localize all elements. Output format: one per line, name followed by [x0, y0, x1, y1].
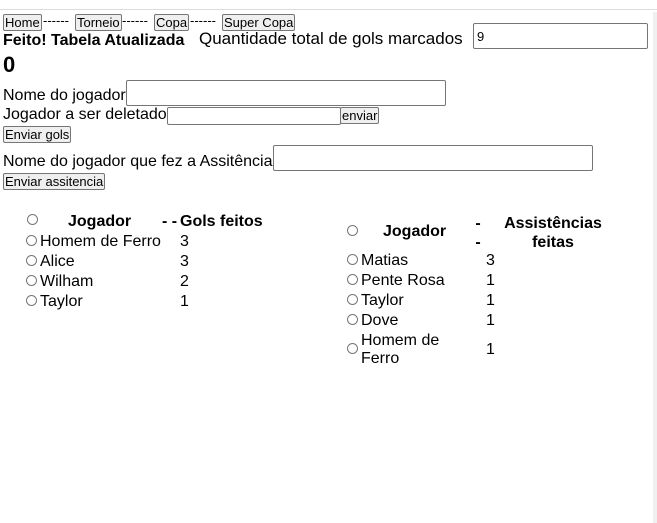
assists-row-player: Pente Rosa: [361, 272, 445, 289]
nav-separator: ------: [190, 13, 216, 28]
nav-separator: ------: [122, 13, 148, 28]
assists-row-value: 1: [486, 312, 495, 329]
assists-row-value: 1: [486, 272, 495, 289]
goals-row-player: Taylor: [40, 293, 83, 310]
goals-header-radio[interactable]: [27, 214, 38, 225]
assists-row-player: Dove: [361, 312, 399, 329]
send-assist-button[interactable]: Enviar assitencia: [3, 173, 106, 190]
score-value: 0: [3, 52, 16, 77]
assists-row-player: Matias: [361, 252, 409, 269]
assists-header-player: Jogador: [383, 223, 447, 240]
vertical-scrollbar[interactable]: [653, 12, 657, 523]
goals-row-radio[interactable]: [26, 235, 37, 246]
send-goals-button[interactable]: Enviar gols: [3, 126, 72, 143]
assists-row-value: 1: [486, 292, 495, 309]
assists-header-assists: Assistências feitas: [504, 215, 602, 251]
assists-row-radio[interactable]: [347, 274, 358, 285]
nav-separator: ------: [43, 13, 69, 28]
assists-row-value: 3: [486, 252, 495, 269]
goals-row-radio[interactable]: [26, 275, 37, 286]
assist-player-label: Nome do jogador que fez a Assitência: [3, 153, 273, 170]
delete-enviar-button[interactable]: enviar: [340, 107, 380, 124]
goals-row-player: Alice: [40, 253, 75, 270]
nav-torneio-button[interactable]: Torneio: [75, 14, 122, 31]
goals-row-player: Homem de Ferro: [40, 233, 161, 250]
delete-player-label: Jogador a ser deletado: [3, 106, 167, 123]
nav-home-button[interactable]: Home: [3, 14, 42, 31]
goals-header-separator: - -: [162, 213, 178, 230]
top-divider: [0, 9, 657, 10]
assists-row-radio[interactable]: [347, 314, 358, 325]
assists-header-separator: - -: [475, 215, 481, 251]
goals-row-value: 2: [180, 273, 189, 290]
goals-row-player: Wilham: [40, 273, 94, 290]
assists-row-radio[interactable]: [347, 294, 358, 305]
goals-row-value: 1: [180, 293, 189, 310]
assist-player-input[interactable]: [273, 145, 593, 171]
goals-row-value: 3: [180, 233, 189, 250]
delete-player-input[interactable]: [167, 107, 341, 125]
status-message: Feito! Tabela Atualizada: [3, 32, 185, 49]
assists-row-radio[interactable]: [347, 254, 358, 265]
goals-row-value: 3: [180, 253, 189, 270]
goals-header-player: Jogador: [68, 213, 132, 230]
nav-copa-button[interactable]: Copa: [154, 14, 190, 31]
assists-row-player: Taylor: [361, 292, 404, 309]
total-goals-input[interactable]: [473, 23, 648, 49]
assists-row-value: 1: [486, 341, 495, 358]
player-name-label: Nome do jogador: [3, 87, 126, 104]
assists-row-radio[interactable]: [347, 343, 358, 354]
goals-row-radio[interactable]: [26, 255, 37, 266]
assists-row-player: Homem de Ferro: [361, 332, 440, 367]
goals-header-goals: Gols feitos: [180, 213, 263, 230]
assists-header-radio[interactable]: [347, 225, 358, 236]
goals-row-radio[interactable]: [26, 295, 37, 306]
player-name-input[interactable]: [126, 80, 446, 106]
total-goals-label: Quantidade total de gols marcados: [199, 29, 463, 48]
